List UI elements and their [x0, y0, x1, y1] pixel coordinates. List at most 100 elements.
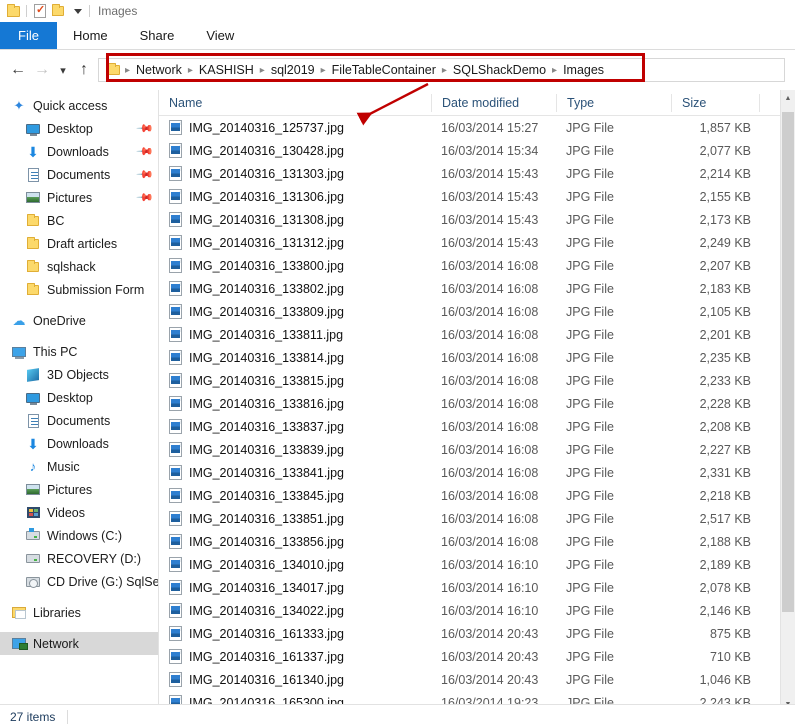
file-name-cell[interactable]: IMG_20140316_133839.jpg	[159, 442, 431, 457]
breadcrumb-filetablecontainer[interactable]: FileTableContainer	[328, 63, 440, 77]
table-row[interactable]: IMG_20140316_133856.jpg 16/03/2014 16:08 J…	[159, 530, 795, 553]
sidebar-item-bc[interactable]: BC	[0, 209, 158, 232]
sidebar-item-sqlshack[interactable]: sqlshack	[0, 255, 158, 278]
sidebar-item-desktop-pc[interactable]: Desktop	[0, 386, 158, 409]
vertical-scrollbar[interactable]: ▲ ▼	[780, 90, 795, 712]
recent-locations-icon[interactable]: ▾	[54, 58, 72, 82]
sidebar-item-network[interactable]: Network	[0, 632, 158, 655]
table-row[interactable]: IMG_20140316_134017.jpg 16/03/2014 16:10 J…	[159, 576, 795, 599]
table-row[interactable]: IMG_20140316_161333.jpg 16/03/2014 20:43 J…	[159, 622, 795, 645]
table-row[interactable]: IMG_20140316_133814.jpg 16/03/2014 16:08 J…	[159, 346, 795, 369]
sidebar-group-this-pc[interactable]: This PC	[0, 340, 158, 363]
table-row[interactable]: IMG_20140316_134010.jpg 16/03/2014 16:10 J…	[159, 553, 795, 576]
file-name-cell[interactable]: IMG_20140316_161333.jpg	[159, 626, 431, 641]
table-row[interactable]: IMG_20140316_134022.jpg 16/03/2014 16:10 J…	[159, 599, 795, 622]
table-row[interactable]: IMG_20140316_131306.jpg 16/03/2014 15:43 J…	[159, 185, 795, 208]
file-name-cell[interactable]: IMG_20140316_161340.jpg	[159, 672, 431, 687]
tab-view[interactable]: View	[190, 22, 250, 49]
file-name-cell[interactable]: IMG_20140316_133837.jpg	[159, 419, 431, 434]
file-name-cell[interactable]: IMG_20140316_133856.jpg	[159, 534, 431, 549]
breadcrumb-sql2019[interactable]: sql2019	[267, 63, 319, 77]
breadcrumb-sqlshackdemo[interactable]: SQLShackDemo	[449, 63, 550, 77]
table-row[interactable]: IMG_20140316_133811.jpg 16/03/2014 16:08 J…	[159, 323, 795, 346]
breadcrumb-network[interactable]: Network	[132, 63, 186, 77]
file-name-cell[interactable]: IMG_20140316_131306.jpg	[159, 189, 431, 204]
file-name-cell[interactable]: IMG_20140316_133851.jpg	[159, 511, 431, 526]
table-row[interactable]: IMG_20140316_133845.jpg 16/03/2014 16:08 J…	[159, 484, 795, 507]
table-row[interactable]: IMG_20140316_133851.jpg 16/03/2014 16:08 J…	[159, 507, 795, 530]
sidebar-item-downloads-pc[interactable]: ⬇ Downloads	[0, 432, 158, 455]
column-header-name[interactable]: Name	[159, 94, 431, 112]
sidebar-item-libraries[interactable]: Libraries	[0, 601, 158, 624]
file-name-cell[interactable]: IMG_20140316_134022.jpg	[159, 603, 431, 618]
back-arrow-icon[interactable]: ←	[6, 58, 30, 82]
file-name-cell[interactable]: IMG_20140316_133845.jpg	[159, 488, 431, 503]
file-name-cell[interactable]: IMG_20140316_134010.jpg	[159, 557, 431, 572]
sidebar-item-pictures[interactable]: Pictures 📌	[0, 186, 158, 209]
sidebar-item-windows-c[interactable]: Windows (C:)	[0, 524, 158, 547]
sidebar-item-3d-objects[interactable]: 3D Objects	[0, 363, 158, 386]
file-name-cell[interactable]: IMG_20140316_133802.jpg	[159, 281, 431, 296]
table-row[interactable]: IMG_20140316_125737.jpg 16/03/2014 15:27 J…	[159, 116, 795, 139]
sidebar-item-pictures-pc[interactable]: Pictures	[0, 478, 158, 501]
sidebar-item-cd-drive-g[interactable]: CD Drive (G:) SqlSet	[0, 570, 158, 593]
table-row[interactable]: IMG_20140316_131308.jpg 16/03/2014 15:43 J…	[159, 208, 795, 231]
table-row[interactable]: IMG_20140316_130428.jpg 16/03/2014 15:34 J…	[159, 139, 795, 162]
forward-arrow-icon[interactable]: →	[30, 58, 54, 82]
sidebar-item-submission-form[interactable]: Submission Form	[0, 278, 158, 301]
file-name-cell[interactable]: IMG_20140316_131303.jpg	[159, 166, 431, 181]
file-name-cell[interactable]: IMG_20140316_133809.jpg	[159, 304, 431, 319]
network-icon	[10, 635, 28, 653]
table-row[interactable]: IMG_20140316_133802.jpg 16/03/2014 16:08 J…	[159, 277, 795, 300]
table-row[interactable]: IMG_20140316_133816.jpg 16/03/2014 16:08 J…	[159, 392, 795, 415]
up-arrow-icon[interactable]: ↑	[72, 58, 96, 82]
scroll-up-icon[interactable]: ▲	[781, 90, 795, 106]
table-row[interactable]: IMG_20140316_133800.jpg 16/03/2014 16:08 J…	[159, 254, 795, 277]
sidebar-item-recovery-d[interactable]: RECOVERY (D:)	[0, 547, 158, 570]
sidebar-group-quick-access[interactable]: ✦ Quick access	[0, 94, 158, 117]
sidebar-item-documents[interactable]: Documents 📌	[0, 163, 158, 186]
table-row[interactable]: IMG_20140316_161340.jpg 16/03/2014 20:43 J…	[159, 668, 795, 691]
file-name-cell[interactable]: IMG_20140316_133800.jpg	[159, 258, 431, 273]
sidebar-item-documents-pc[interactable]: Documents	[0, 409, 158, 432]
column-header-size[interactable]: Size	[671, 93, 759, 112]
breadcrumb-images[interactable]: Images	[559, 63, 608, 77]
new-folder-icon[interactable]	[49, 2, 67, 20]
file-name-cell[interactable]: IMG_20140316_133811.jpg	[159, 327, 431, 342]
address-bar[interactable]: ▸ Network ▸ KASHISH ▸ sql2019 ▸ FileTabl…	[98, 58, 785, 82]
sidebar-item-draft-articles[interactable]: Draft articles	[0, 232, 158, 255]
tab-share[interactable]: Share	[124, 22, 191, 49]
breadcrumb-kashish[interactable]: KASHISH	[195, 63, 258, 77]
file-name-cell[interactable]: IMG_20140316_131308.jpg	[159, 212, 431, 227]
table-row[interactable]: IMG_20140316_133809.jpg 16/03/2014 16:08 J…	[159, 300, 795, 323]
sidebar-item-desktop[interactable]: Desktop 📌	[0, 117, 158, 140]
file-name-cell[interactable]: IMG_20140316_133841.jpg	[159, 465, 431, 480]
column-header-type[interactable]: Type	[556, 93, 671, 112]
file-name-cell[interactable]: IMG_20140316_125737.jpg	[159, 120, 431, 135]
table-row[interactable]: IMG_20140316_133839.jpg 16/03/2014 16:08 J…	[159, 438, 795, 461]
file-name-cell[interactable]: IMG_20140316_133814.jpg	[159, 350, 431, 365]
sidebar-item-music[interactable]: ♪ Music	[0, 455, 158, 478]
sidebar-item-onedrive[interactable]: ☁ OneDrive	[0, 309, 158, 332]
file-name-cell[interactable]: IMG_20140316_133816.jpg	[159, 396, 431, 411]
table-row[interactable]: IMG_20140316_133837.jpg 16/03/2014 16:08 J…	[159, 415, 795, 438]
scrollbar-thumb[interactable]	[782, 112, 794, 612]
table-row[interactable]: IMG_20140316_161337.jpg 16/03/2014 20:43 J…	[159, 645, 795, 668]
table-row[interactable]: IMG_20140316_131312.jpg 16/03/2014 15:43 J…	[159, 231, 795, 254]
table-row[interactable]: IMG_20140316_133815.jpg 16/03/2014 16:08 J…	[159, 369, 795, 392]
file-name-cell[interactable]: IMG_20140316_130428.jpg	[159, 143, 431, 158]
folder-icon[interactable]	[4, 2, 22, 20]
sidebar-item-downloads[interactable]: ⬇ Downloads 📌	[0, 140, 158, 163]
tab-file[interactable]: File	[0, 22, 57, 49]
file-name-cell[interactable]: IMG_20140316_134017.jpg	[159, 580, 431, 595]
sidebar-item-videos[interactable]: Videos	[0, 501, 158, 524]
file-name-cell[interactable]: IMG_20140316_161337.jpg	[159, 649, 431, 664]
file-name-cell[interactable]: IMG_20140316_133815.jpg	[159, 373, 431, 388]
column-header-date-modified[interactable]: Date modified	[431, 93, 556, 112]
table-row[interactable]: IMG_20140316_131303.jpg 16/03/2014 15:43 J…	[159, 162, 795, 185]
customize-dropdown-icon[interactable]	[67, 2, 85, 20]
tab-home[interactable]: Home	[57, 22, 124, 49]
file-name-cell[interactable]: IMG_20140316_131312.jpg	[159, 235, 431, 250]
table-row[interactable]: IMG_20140316_133841.jpg 16/03/2014 16:08 J…	[159, 461, 795, 484]
properties-icon[interactable]	[31, 2, 49, 20]
